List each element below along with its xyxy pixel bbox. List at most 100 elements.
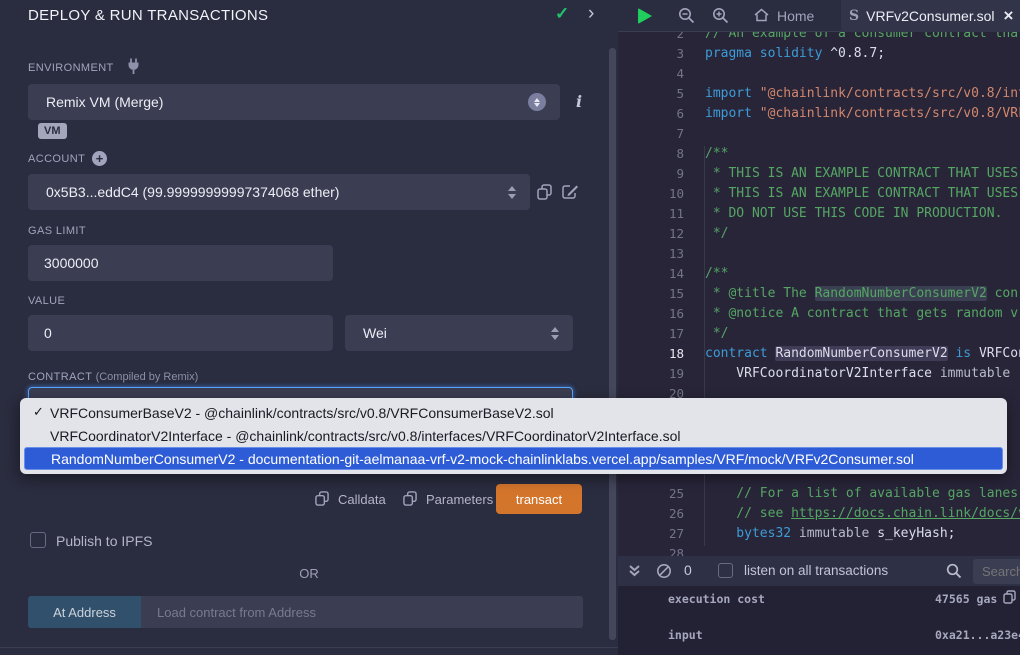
- code-line: 6 import "@chainlink/contracts/src/v0.8/V…: [618, 104, 1020, 124]
- or-divider-label: OR: [0, 566, 618, 581]
- panel-collapse-icon[interactable]: ›: [588, 3, 594, 25]
- line-number: 5: [648, 84, 684, 104]
- panel-check-icon: ✓: [555, 4, 569, 24]
- edit-account-icon[interactable]: [562, 184, 579, 200]
- contract-option[interactable]: VRFCoordinatorV2Interface - @chainlink/c…: [24, 424, 1003, 447]
- contract-option[interactable]: ✓VRFConsumerBaseV2 - @chainlink/contract…: [24, 401, 1003, 424]
- publish-ipfs-label: Publish to IPFS: [56, 533, 153, 549]
- copy-parameters-icon[interactable]: [403, 491, 417, 506]
- tab-home[interactable]: Home: [741, 0, 826, 32]
- gas-limit-input[interactable]: [28, 245, 333, 281]
- gas-limit-box: [28, 245, 333, 281]
- line-number: 19: [648, 364, 684, 384]
- line-number: 9: [648, 164, 684, 184]
- home-icon: [753, 7, 770, 26]
- line-number: 13: [648, 244, 684, 264]
- line-content: * THIS IS AN EXAMPLE CONTRACT THAT USES: [705, 164, 1020, 184]
- code-line: 25 // For a list of available gas lanes: [618, 484, 1020, 504]
- code-line: 4: [618, 64, 1020, 84]
- line-content: * THIS IS AN EXAMPLE CONTRACT THAT USES: [705, 184, 1020, 204]
- line-number: 14: [648, 264, 684, 284]
- at-address-button[interactable]: At Address: [28, 596, 141, 628]
- line-content: */: [705, 224, 728, 244]
- terminal-search-input[interactable]: [973, 559, 1020, 584]
- indent-guide: [704, 146, 705, 546]
- line-content: import "@chainlink/contracts/src/v0.8/VR…: [705, 104, 1020, 124]
- contract-option-label: VRFCoordinatorV2Interface - @chainlink/c…: [50, 428, 681, 444]
- terminal-row-key: input: [668, 628, 703, 642]
- contract-option-label: RandomNumberConsumerV2 - documentation-g…: [51, 451, 914, 467]
- line-content: * @title The RandomNumberConsumerV2 con: [705, 284, 1018, 304]
- terminal-content: execution cost47565 gasinput0xa21...a23e…: [618, 586, 1020, 655]
- environment-select[interactable]: Remix VM (Merge): [28, 84, 560, 120]
- add-account-icon[interactable]: +: [92, 151, 107, 166]
- code-line: 18contract RandomNumberConsumerV2 is VRF…: [618, 344, 1020, 364]
- line-content: // For a list of available gas lanes: [705, 484, 1018, 504]
- editor-topbar: Home S VRFv2Consumer.sol ×: [618, 0, 1020, 32]
- code-line: 14/**: [618, 264, 1020, 284]
- selected-check-icon: ✓: [33, 404, 44, 420]
- tab-vrfv2consumer[interactable]: S VRFv2Consumer.sol ×: [841, 0, 1020, 32]
- terminal-search-icon: [946, 563, 962, 584]
- line-number: 12: [648, 224, 684, 244]
- code-line: 12 */: [618, 224, 1020, 244]
- copy-calldata-icon[interactable]: [315, 491, 329, 506]
- value-label: VALUE: [28, 295, 65, 307]
- line-content: * DO NOT USE THIS CODE IN PRODUCTION.: [705, 204, 1002, 224]
- code-line: 19 VRFCoordinatorV2Interface immutable: [618, 364, 1020, 384]
- transact-button[interactable]: transact: [496, 484, 582, 514]
- copy-account-icon[interactable]: [537, 184, 552, 200]
- parameters-label[interactable]: Parameters: [426, 492, 493, 507]
- plug-icon: [126, 58, 141, 80]
- copy-gas-icon[interactable]: [1003, 590, 1016, 607]
- vm-badge: VM: [38, 123, 67, 139]
- code-line: 27 bytes32 immutable s_keyHash;: [618, 524, 1020, 544]
- environment-info-icon[interactable]: i: [576, 92, 582, 111]
- run-script-icon[interactable]: [638, 8, 652, 24]
- contract-label: CONTRACT (Compiled by Remix): [28, 371, 198, 383]
- value-unit: Wei: [363, 325, 387, 341]
- solidity-file-icon: S: [849, 8, 859, 24]
- line-content: * @notice A contract that gets random v: [705, 304, 1018, 324]
- line-number: 6: [648, 104, 684, 124]
- line-number: 10: [648, 184, 684, 204]
- listen-all-transactions-checkbox[interactable]: [718, 563, 733, 578]
- value-unit-select[interactable]: Wei: [345, 315, 573, 351]
- code-line: 5 import "@chainlink/contracts/src/v0.8/i…: [618, 84, 1020, 104]
- terminal-search-box[interactable]: [973, 559, 1020, 584]
- value-box: [28, 315, 333, 351]
- at-address-box: [141, 596, 583, 628]
- code-line: 28: [618, 544, 1020, 556]
- zoom-in-icon[interactable]: [712, 7, 729, 29]
- environment-label: ENVIRONMENT: [28, 62, 114, 74]
- line-number: 15: [648, 284, 684, 304]
- clear-console-icon[interactable]: [656, 563, 672, 584]
- tab-label: VRFv2Consumer.sol: [866, 8, 994, 24]
- code-line: 11 * DO NOT USE THIS CODE IN PRODUCTION.: [618, 204, 1020, 224]
- line-number: 26: [648, 504, 684, 524]
- at-address-input[interactable]: [141, 596, 583, 628]
- code-line: 26 // see https://docs.chain.link/docs/v: [618, 504, 1020, 524]
- code-line: 10 * THIS IS AN EXAMPLE CONTRACT THAT US…: [618, 184, 1020, 204]
- code-line: 16 * @notice A contract that gets random…: [618, 304, 1020, 324]
- panel-title: DEPLOY & RUN TRANSACTIONS: [28, 7, 268, 24]
- publish-ipfs-checkbox[interactable]: [30, 532, 46, 548]
- calldata-label[interactable]: Calldata: [338, 492, 386, 507]
- terminal-row-key: execution cost: [668, 592, 765, 606]
- contract-option[interactable]: RandomNumberConsumerV2 - documentation-g…: [24, 447, 1003, 470]
- expand-terminal-icon[interactable]: [628, 564, 641, 583]
- transaction-count-badge: 0: [684, 562, 692, 578]
- gas-limit-label: GAS LIMIT: [28, 225, 86, 237]
- close-tab-icon[interactable]: ×: [1004, 6, 1014, 26]
- panel-scrollbar[interactable]: [609, 48, 616, 640]
- value-input[interactable]: [28, 315, 333, 351]
- listen-all-transactions-label: listen on all transactions: [744, 563, 888, 578]
- account-select[interactable]: 0x5B3...eddC4 (99.99999999997374068 ethe…: [28, 174, 530, 210]
- line-number: 28: [648, 544, 684, 556]
- code-line: 17 */: [618, 324, 1020, 344]
- line-content: import "@chainlink/contracts/src/v0.8/in…: [705, 84, 1020, 104]
- line-number: 3: [648, 44, 684, 64]
- zoom-out-icon[interactable]: [678, 7, 695, 29]
- line-content: VRFCoordinatorV2Interface immutable: [705, 364, 1018, 384]
- line-number: 7: [648, 124, 684, 144]
